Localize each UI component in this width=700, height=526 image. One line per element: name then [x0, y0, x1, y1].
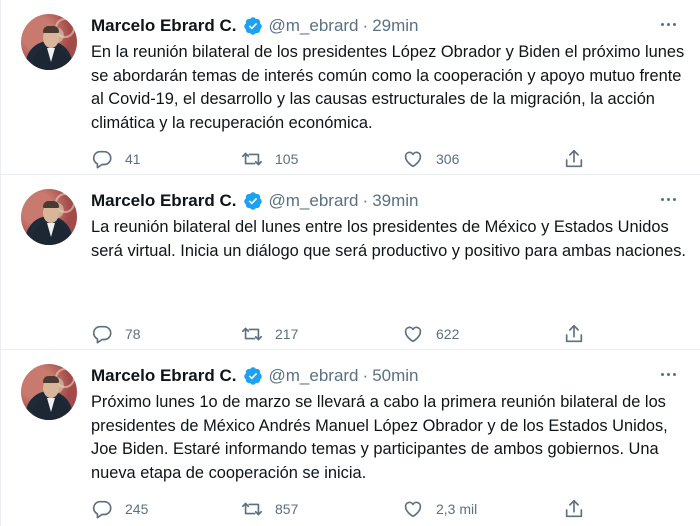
retweet-button[interactable]: 217	[241, 323, 298, 345]
retweet-icon	[242, 502, 262, 516]
separator: ·	[362, 16, 369, 35]
timestamp[interactable]: 29min	[372, 16, 418, 36]
tweet-actions: 78 217 622	[91, 323, 591, 347]
tweet-text: La reunión bilateral del lunes entre los…	[91, 218, 686, 260]
retweet-button[interactable]: 857	[241, 498, 298, 520]
heart-icon	[404, 326, 422, 343]
avatar[interactable]	[21, 14, 77, 70]
more-horizontal-icon[interactable]	[656, 362, 680, 386]
verified-badge-icon	[243, 16, 263, 36]
more-horizontal-icon[interactable]	[656, 187, 680, 211]
timestamp[interactable]: 50min	[372, 366, 418, 386]
reply-count: 41	[125, 151, 141, 167]
author-handle[interactable]: @m_ebrard	[269, 366, 359, 386]
tweet-text: En la reunión bilateral de los president…	[91, 43, 685, 132]
share-button[interactable]	[563, 148, 585, 170]
separator: ·	[362, 366, 369, 385]
tweet-header: Marcelo Ebrard C. @m_ebrard · 29min	[91, 14, 680, 38]
heart-icon	[404, 501, 422, 518]
verified-badge-icon	[243, 191, 263, 211]
like-count: 622	[436, 326, 460, 342]
author-name[interactable]: Marcelo Ebrard C.	[91, 366, 237, 386]
reply-count: 78	[125, 326, 141, 342]
tweet-actions: 245 857 2,3 mil	[91, 498, 591, 522]
author-handle[interactable]: @m_ebrard	[269, 16, 359, 36]
retweet-icon	[242, 327, 262, 341]
tweet[interactable]: Marcelo Ebrard C. @m_ebrard · 39min La r…	[1, 175, 700, 350]
reply-icon	[92, 325, 112, 344]
author-handle[interactable]: @m_ebrard	[269, 191, 359, 211]
retweet-count: 857	[275, 501, 299, 517]
timestamp[interactable]: 39min	[372, 191, 418, 211]
retweet-count: 105	[275, 151, 299, 167]
retweet-count: 217	[275, 326, 299, 342]
like-count: 2,3 mil	[436, 501, 478, 517]
reply-count: 245	[125, 501, 149, 517]
separator: ·	[362, 191, 369, 210]
author-name[interactable]: Marcelo Ebrard C.	[91, 16, 237, 36]
author-name[interactable]: Marcelo Ebrard C.	[91, 191, 237, 211]
share-icon	[565, 324, 583, 343]
like-button[interactable]: 622	[402, 323, 459, 345]
like-button[interactable]: 2,3 mil	[402, 498, 477, 520]
tweet-actions: 41 105 306	[91, 148, 591, 172]
share-button[interactable]	[563, 323, 585, 345]
tweet-header: Marcelo Ebrard C. @m_ebrard · 39min	[91, 189, 680, 213]
timeline: Marcelo Ebrard C. @m_ebrard · 29min En l…	[0, 0, 700, 526]
reply-button[interactable]: 245	[91, 498, 148, 520]
more-horizontal-icon[interactable]	[656, 12, 680, 36]
share-icon	[565, 499, 583, 518]
retweet-button[interactable]: 105	[241, 148, 298, 170]
tweet[interactable]: Marcelo Ebrard C. @m_ebrard · 29min En l…	[1, 0, 700, 175]
reply-icon	[92, 500, 112, 519]
tweet-header: Marcelo Ebrard C. @m_ebrard · 50min	[91, 364, 680, 388]
share-button[interactable]	[563, 498, 585, 520]
like-button[interactable]: 306	[402, 148, 459, 170]
heart-icon	[404, 151, 422, 168]
tweet[interactable]: Marcelo Ebrard C. @m_ebrard · 50min Próx…	[1, 350, 700, 526]
avatar[interactable]	[21, 364, 77, 420]
like-count: 306	[436, 151, 460, 167]
reply-icon	[92, 150, 112, 169]
verified-badge-icon	[243, 366, 263, 386]
retweet-icon	[242, 152, 262, 166]
tweet-text: Próximo lunes 1o de marzo se llevará a c…	[91, 393, 668, 482]
reply-button[interactable]: 41	[91, 148, 141, 170]
share-icon	[565, 149, 583, 168]
avatar[interactable]	[21, 189, 77, 245]
reply-button[interactable]: 78	[91, 323, 141, 345]
